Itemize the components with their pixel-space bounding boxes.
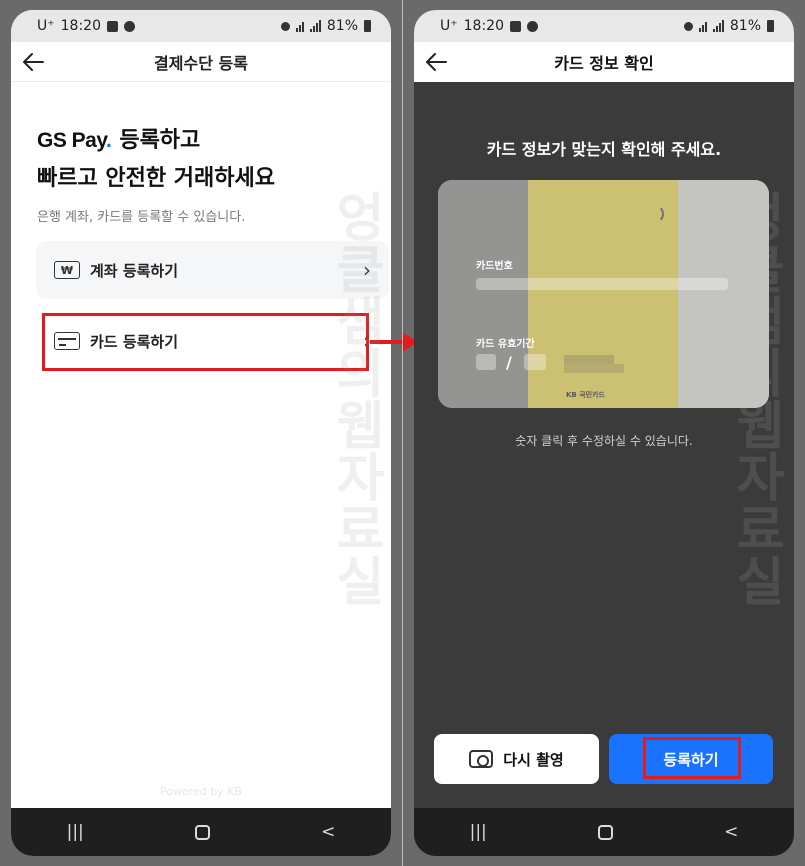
expiry-separator: /	[506, 353, 512, 372]
page-title: 결제수단 등록	[154, 53, 248, 73]
battery-icon	[364, 20, 371, 32]
status-bar: U⁺ 18:20 81%	[414, 10, 794, 42]
clock: 18:20	[463, 18, 504, 34]
signal-icon	[309, 20, 321, 32]
gallery-icon	[510, 20, 521, 32]
highlight-box-card-option	[42, 313, 369, 371]
wifi-icon	[295, 20, 304, 32]
location-icon	[280, 21, 290, 31]
chat-icon	[124, 20, 135, 32]
confirm-prompt: 카드 정보가 맞는지 확인해 주세요.	[486, 140, 722, 159]
page-title: 카드 정보 확인	[554, 54, 654, 73]
subtext: 은행 계좌, 카드를 등록할 수 있습니다.	[37, 210, 246, 225]
headline-line-2: 빠르고 안전한 거래하세요	[37, 166, 275, 191]
back-arrow-icon[interactable]	[21, 49, 47, 75]
expiry-year-field[interactable]	[524, 354, 546, 370]
divider	[402, 0, 403, 866]
back-button[interactable]: <	[724, 822, 738, 842]
card-number-field[interactable]	[476, 278, 728, 290]
app-bar: 카드 정보 확인	[414, 42, 794, 82]
gs-pay-logo: GS Pay.	[37, 129, 112, 152]
battery-percent: 81%	[729, 18, 761, 34]
wifi-icon	[698, 20, 707, 32]
action-buttons: 다시 촬영 등록하기	[434, 734, 777, 784]
headline: GS Pay. 등록하고	[37, 122, 365, 154]
status-bar: U⁺ 18:20 81%	[11, 10, 391, 42]
location-icon	[683, 21, 693, 31]
register-button[interactable]: 등록하기	[609, 734, 773, 784]
recents-button[interactable]: |||	[67, 822, 84, 842]
gallery-icon	[107, 20, 118, 32]
highlight-box-register	[643, 737, 741, 779]
carrier-label: U⁺	[440, 18, 458, 34]
home-button[interactable]	[597, 824, 613, 840]
camera-icon	[469, 750, 494, 768]
retake-label: 다시 촬영	[503, 750, 564, 769]
watermark-left: 엉클샘의웹자료실	[325, 190, 385, 606]
powered-by: Powered by KB	[159, 785, 242, 798]
card-image-preview: KB 국민카드 카드번호 카드 유효기간 /	[438, 180, 769, 408]
won-icon: ₩	[54, 261, 80, 279]
battery-icon	[767, 20, 774, 32]
clock: 18:20	[60, 18, 101, 34]
back-button[interactable]: <	[321, 822, 335, 842]
chat-icon	[527, 20, 538, 32]
headline-suffix: 등록하고	[119, 128, 201, 153]
recents-button[interactable]: |||	[470, 822, 487, 842]
app-bar: 결제수단 등록	[11, 42, 391, 82]
retake-button[interactable]: 다시 촬영	[434, 734, 599, 784]
signal-icon	[712, 20, 724, 32]
system-nav-bar: ||| <	[414, 808, 794, 856]
card-expiry-label: 카드 유효기간	[476, 339, 535, 350]
carrier-label: U⁺	[37, 18, 55, 34]
home-button[interactable]	[194, 824, 210, 840]
system-nav-bar: ||| <	[11, 808, 391, 856]
watermark-right: 엉클샘의웹자료실	[725, 190, 785, 606]
expiry-month-field[interactable]	[476, 354, 496, 370]
back-arrow-icon[interactable]	[424, 49, 450, 75]
option-label: 계좌 등록하기	[90, 261, 179, 280]
card-number-label: 카드번호	[476, 261, 513, 272]
battery-percent: 81%	[326, 18, 358, 34]
